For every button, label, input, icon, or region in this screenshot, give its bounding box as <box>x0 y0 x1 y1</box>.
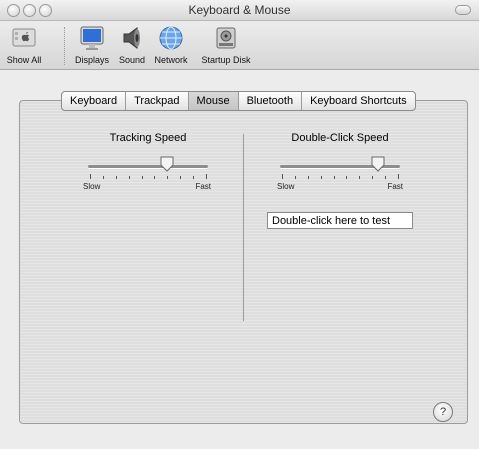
toolbar-separator <box>64 27 65 65</box>
slider-tick <box>193 176 195 179</box>
section-divider <box>243 134 244 321</box>
double-click-test-field[interactable]: Double-click here to test <box>267 212 413 229</box>
tracking-speed-slider[interactable]: Slow Fast <box>83 155 211 195</box>
help-button[interactable]: ? <box>433 402 453 422</box>
slider-tick <box>320 176 322 179</box>
network-button[interactable]: Network <box>151 24 191 65</box>
display-icon <box>80 26 104 50</box>
globe-icon <box>159 26 183 50</box>
toolbar-label: Sound <box>118 55 146 65</box>
slider-min-label: Slow <box>277 182 295 191</box>
slider-max-label: Fast <box>387 182 403 191</box>
sound-button[interactable]: Sound <box>116 24 148 65</box>
show-all-button[interactable]: Show All <box>2 24 46 65</box>
slider-track[interactable] <box>88 165 208 168</box>
speaker-icon <box>123 27 140 49</box>
slider-ticks <box>282 174 399 179</box>
startup-disk-button[interactable]: Startup Disk <box>196 24 256 65</box>
tab-keyboard-shortcuts[interactable]: Keyboard Shortcuts <box>302 92 415 110</box>
tab-bar: Keyboard Trackpad Mouse Bluetooth Keyboa… <box>61 91 416 111</box>
tab-trackpad[interactable]: Trackpad <box>126 92 189 110</box>
tab-keyboard[interactable]: Keyboard <box>62 92 127 110</box>
slider-thumb[interactable] <box>160 156 174 172</box>
tab-mouse[interactable]: Mouse <box>188 92 239 110</box>
slider-max-label: Fast <box>195 182 211 191</box>
title-bar: Keyboard & Mouse <box>0 0 479 21</box>
slider-tick <box>346 176 348 179</box>
slider-tick <box>141 176 143 179</box>
slider-tick <box>385 176 387 179</box>
apple-icon <box>12 28 36 47</box>
slider-tick <box>359 176 361 179</box>
toolbar: Show All Displays Sound Network Startup … <box>0 21 479 70</box>
slider-ticks <box>90 174 207 179</box>
tracking-speed-label: Tracking Speed <box>109 132 187 144</box>
slider-tick <box>90 174 91 179</box>
content-area: Keyboard Trackpad Mouse Bluetooth Keyboa… <box>0 70 479 449</box>
slider-tick <box>398 174 399 179</box>
slider-tick <box>307 176 309 179</box>
slider-tick <box>282 174 283 179</box>
slider-tick <box>294 176 296 179</box>
toolbar-toggle-button[interactable] <box>455 5 471 15</box>
displays-button[interactable]: Displays <box>71 24 113 65</box>
slider-thumb[interactable] <box>371 156 385 172</box>
window-title: Keyboard & Mouse <box>188 3 291 17</box>
toolbar-label: Network <box>154 55 188 65</box>
double-click-speed-slider[interactable]: Slow Fast <box>277 155 403 195</box>
disk-icon <box>216 27 236 49</box>
slider-min-label: Slow <box>83 182 101 191</box>
slider-tick <box>167 176 169 179</box>
slider-tick <box>206 174 207 179</box>
preferences-window: Keyboard & Mouse Show All Displays Sound… <box>0 0 479 449</box>
double-click-speed-label: Double-Click Speed <box>291 132 389 144</box>
slider-tick <box>115 176 117 179</box>
slider-tick <box>102 176 104 179</box>
toolbar-label: Startup Disk <box>201 55 251 65</box>
toolbar-label: Show All <box>6 55 42 65</box>
slider-tick <box>180 176 182 179</box>
slider-tick <box>154 176 156 179</box>
tab-bluetooth[interactable]: Bluetooth <box>239 92 303 110</box>
slider-tick <box>128 176 130 179</box>
slider-tick <box>333 176 335 179</box>
slider-tick <box>372 176 374 179</box>
toolbar-label: Displays <box>74 55 109 65</box>
